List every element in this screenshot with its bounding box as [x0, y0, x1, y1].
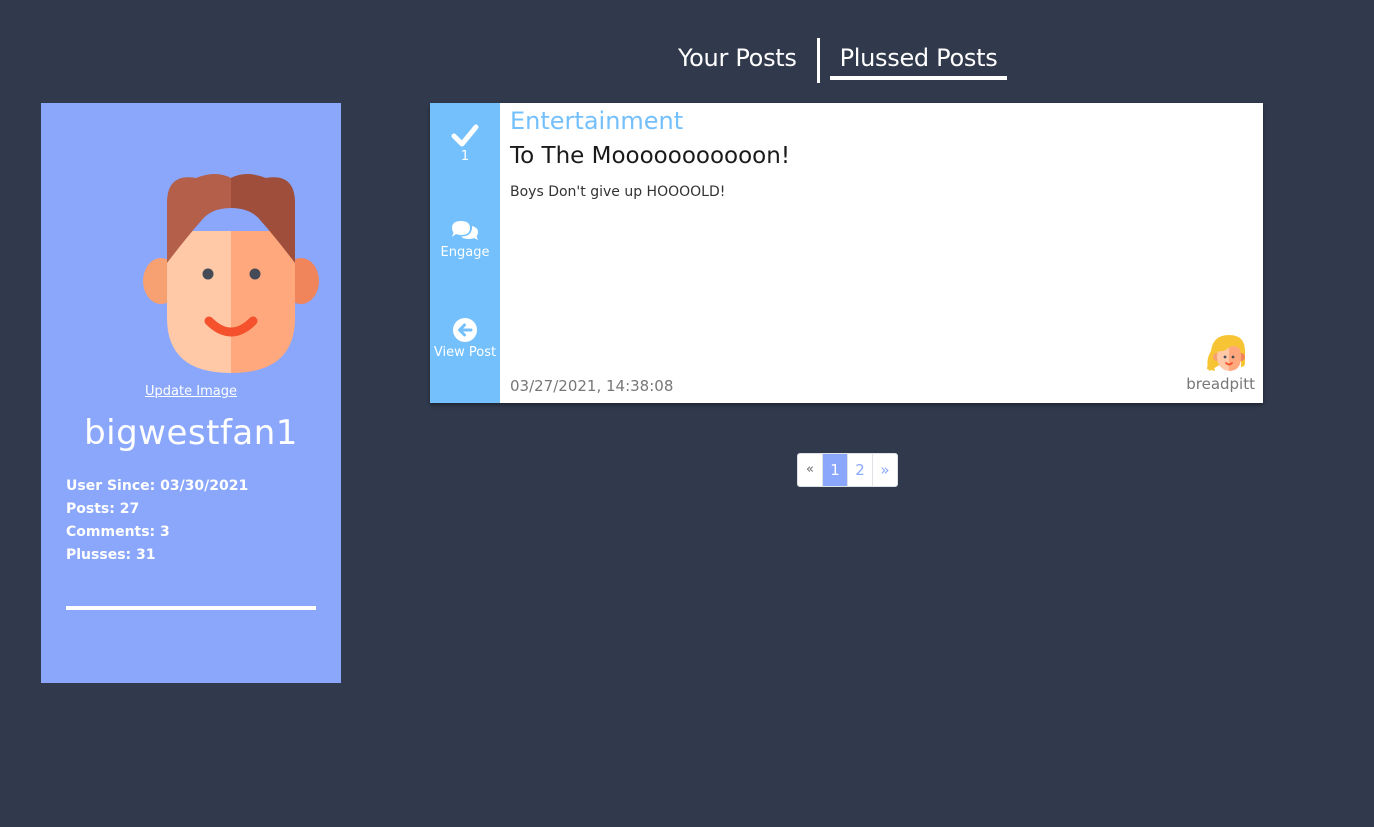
post-tabs: Your Posts Plussed Posts — [668, 38, 1008, 84]
post-content: Entertainment To The Mooooooooooon! Boys… — [510, 103, 1255, 403]
view-post-button[interactable]: View Post — [430, 317, 500, 360]
plus-count: 1 — [460, 149, 470, 164]
plus-button[interactable]: 1 — [430, 123, 500, 164]
post-date: 03/27/2021, 14:38:08 — [510, 377, 674, 395]
user-stats: User Since: 03/30/2021 Posts: 27 Comment… — [66, 475, 248, 567]
pagination: « 1 2 » — [797, 453, 898, 487]
post-text: Boys Don't give up HOOOOLD! — [510, 184, 726, 200]
pagination-page-1[interactable]: 1 — [823, 454, 848, 486]
comments-icon — [452, 221, 478, 240]
post-actions: 1 Engage View Post — [430, 103, 500, 403]
engage-button[interactable]: Engage — [430, 219, 500, 260]
username: bigwestfan1 — [84, 413, 298, 453]
profile-panel: Update Image bigwestfan1 User Since: 03/… — [41, 103, 341, 683]
pagination-next[interactable]: » — [873, 454, 897, 486]
tab-plussed-posts[interactable]: Plussed Posts — [829, 38, 1008, 80]
pagination-page-2[interactable]: 2 — [848, 454, 873, 486]
view-post-label: View Post — [433, 345, 497, 360]
author-name[interactable]: breadpitt — [1165, 375, 1255, 393]
post-title: To The Mooooooooooon! — [510, 143, 791, 169]
post-category[interactable]: Entertainment — [510, 107, 683, 135]
check-icon — [451, 124, 479, 147]
stat-posts: Posts: 27 — [66, 501, 140, 517]
pagination-prev[interactable]: « — [798, 454, 823, 486]
arrow-left-circle-icon — [453, 318, 477, 342]
stat-plusses: Plusses: 31 — [66, 547, 156, 563]
stat-user-since: User Since: 03/30/2021 — [66, 478, 249, 494]
user-avatar — [143, 174, 319, 373]
engage-label: Engage — [440, 245, 490, 260]
profile-divider — [66, 606, 316, 610]
author-avatar — [1207, 335, 1245, 371]
post-author[interactable]: breadpitt — [1165, 333, 1255, 393]
tab-divider — [816, 38, 820, 83]
stat-comments: Comments: 3 — [66, 524, 170, 540]
tab-your-posts[interactable]: Your Posts — [668, 38, 807, 76]
post-card: 1 Engage View Post Entertainment To The … — [430, 103, 1263, 403]
update-image-link[interactable]: Update Image — [41, 384, 341, 399]
